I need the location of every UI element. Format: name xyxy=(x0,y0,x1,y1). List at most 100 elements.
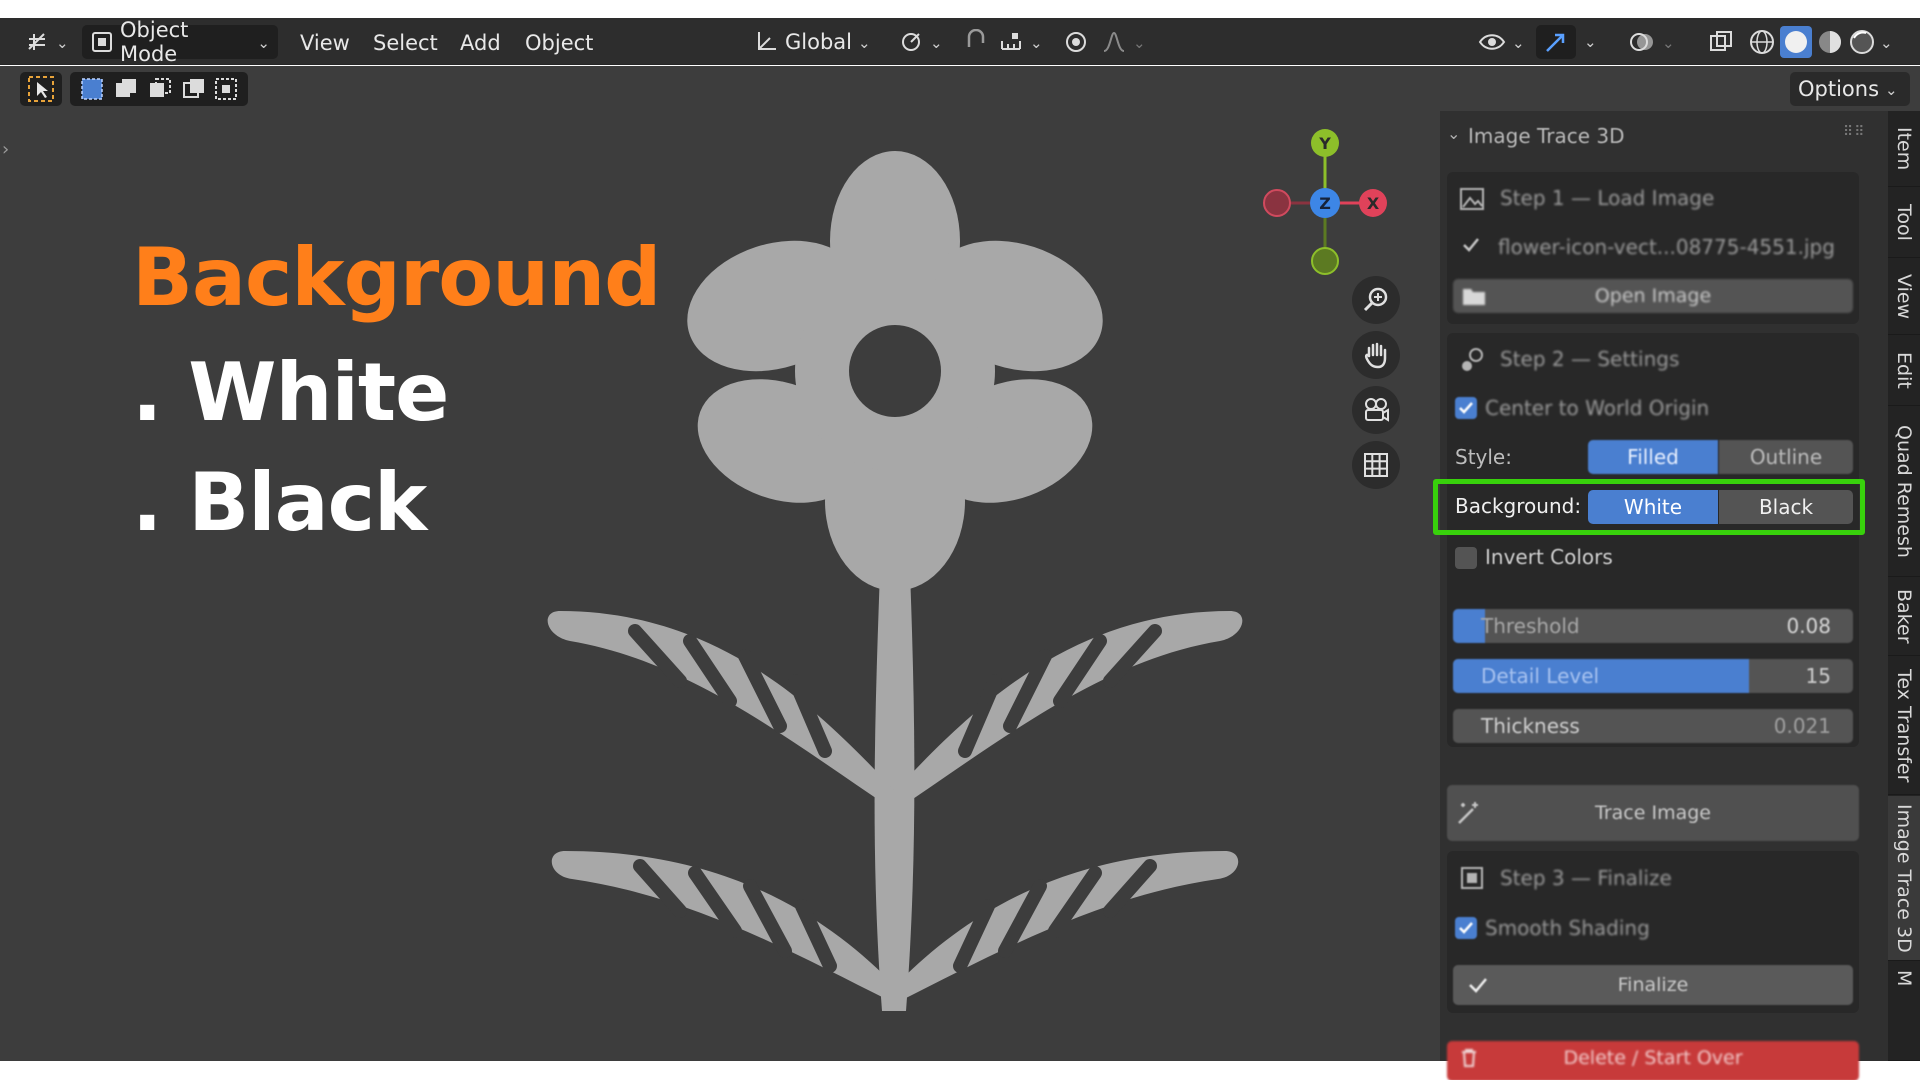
camera-icon xyxy=(1365,398,1389,422)
thickness-slider[interactable]: Thickness 0.021 xyxy=(1453,709,1853,743)
hand-icon xyxy=(1364,342,1387,369)
threshold-slider[interactable]: Threshold 0.08 xyxy=(1453,609,1853,643)
camera-view-button[interactable] xyxy=(1352,386,1400,434)
overlays-toggle[interactable]: ⌄ xyxy=(1620,25,1683,59)
tab-m[interactable]: M xyxy=(1888,962,1920,1061)
snap-target-dropdown[interactable]: ⌄ xyxy=(990,25,1051,59)
tab-item[interactable]: Item xyxy=(1888,111,1920,187)
rendered-shading-icon[interactable] xyxy=(1848,28,1876,56)
trace-image-label: Trace Image xyxy=(1595,802,1711,824)
viewport-header: ⌄ Object Mode ⌄ View Select Add Object G… xyxy=(0,18,1920,66)
wireframe-shading-icon[interactable] xyxy=(1748,28,1776,56)
highlight-frame xyxy=(1433,479,1865,535)
tab-tex-transfer-label: Tex Transfer xyxy=(1893,668,1915,783)
tab-quad-remesh[interactable]: Quad Remesh xyxy=(1888,407,1920,577)
active-tool-button[interactable] xyxy=(20,72,62,106)
proportional-editing-toggle[interactable] xyxy=(1055,25,1097,59)
tab-view-label: View xyxy=(1893,273,1915,320)
checkmark-icon xyxy=(1459,402,1473,414)
checkmark-icon xyxy=(1461,235,1481,255)
threshold-value: 0.08 xyxy=(1786,614,1831,638)
eye-icon xyxy=(1478,29,1506,55)
tab-image-trace-3d[interactable]: Image Trace 3D xyxy=(1888,796,1920,961)
menu-object[interactable]: Object xyxy=(525,31,593,55)
transform-orientation-label: Global xyxy=(785,30,852,54)
step2-title: Step 2 — Settings xyxy=(1500,347,1680,371)
center-origin-label: Center to World Origin xyxy=(1485,396,1710,420)
image-icon xyxy=(1458,185,1486,213)
tool-settings-bar: Options ⌄ xyxy=(0,66,1920,111)
flower-mesh[interactable] xyxy=(540,151,1260,1031)
tab-edit-label: Edit xyxy=(1893,352,1915,389)
open-image-label: Open Image xyxy=(1594,285,1712,307)
options-dropdown[interactable]: Options ⌄ xyxy=(1790,72,1910,106)
pan-button[interactable] xyxy=(1352,331,1400,379)
mode-dropdown[interactable]: Object Mode ⌄ xyxy=(82,18,278,66)
overlay-item-black: . Black xyxy=(132,456,427,549)
magnet-icon xyxy=(963,29,989,55)
tab-tex-transfer[interactable]: Tex Transfer xyxy=(1888,657,1920,795)
tab-baker-label: Baker xyxy=(1893,589,1915,644)
center-origin-checkbox[interactable] xyxy=(1455,397,1477,419)
chevron-down-icon[interactable]: ⌄ xyxy=(1584,33,1597,51)
tab-quad-remesh-label: Quad Remesh xyxy=(1893,425,1915,558)
xray-toggle[interactable] xyxy=(1700,25,1742,59)
panel-title[interactable]: Image Trace 3D xyxy=(1468,124,1625,148)
tab-edit[interactable]: Edit xyxy=(1888,336,1920,406)
falloff-dropdown[interactable]: ⌄ xyxy=(1093,25,1154,59)
select-extend-icon[interactable] xyxy=(114,77,138,101)
detail-level-label: Detail Level xyxy=(1481,664,1600,688)
gizmo-arrow-icon xyxy=(1543,29,1569,55)
3d-viewport[interactable]: › Background . White . Black Y X Z xyxy=(0,111,1440,1061)
finalize-button[interactable]: Finalize xyxy=(1453,965,1853,1005)
visibility-dropdown[interactable]: ⌄ xyxy=(1470,25,1533,59)
select-new-icon[interactable] xyxy=(80,77,104,101)
invert-colors-checkbox[interactable] xyxy=(1455,547,1477,569)
zoom-button[interactable] xyxy=(1352,276,1400,324)
transform-orientation-dropdown[interactable]: Global ⌄ xyxy=(745,25,879,59)
tab-baker[interactable]: Baker xyxy=(1888,578,1920,656)
gizmo-z-axis[interactable]: Z xyxy=(1310,188,1340,218)
select-intersect-icon[interactable] xyxy=(214,77,238,101)
snap-increment-icon xyxy=(998,29,1024,55)
tab-tool[interactable]: Tool xyxy=(1888,188,1920,258)
menu-view[interactable]: View xyxy=(300,31,350,55)
tab-m-label: M xyxy=(1893,970,1915,987)
ortho-toggle-button[interactable] xyxy=(1352,441,1400,489)
delete-start-over-button[interactable]: Delete / Start Over xyxy=(1447,1041,1859,1080)
drag-handle-icon[interactable]: ⠿⠿ xyxy=(1843,124,1866,140)
solid-shading-icon[interactable] xyxy=(1780,26,1812,58)
gizmo-toggle[interactable] xyxy=(1536,25,1576,59)
object-mode-icon xyxy=(90,30,114,54)
step1-title: Step 1 — Load Image xyxy=(1500,186,1715,210)
navigation-gizmo[interactable]: Y X Z xyxy=(1250,111,1410,281)
open-image-button[interactable]: Open Image xyxy=(1453,279,1853,313)
menu-select[interactable]: Select xyxy=(373,31,438,55)
checkmark-icon xyxy=(1469,978,1487,993)
thickness-label: Thickness xyxy=(1481,714,1580,738)
detail-level-slider[interactable]: Detail Level 15 xyxy=(1453,659,1853,693)
style-filled-option[interactable]: Filled xyxy=(1588,440,1718,474)
toolbar-expand-icon[interactable]: › xyxy=(2,139,9,160)
falloff-curve-icon xyxy=(1101,29,1127,55)
chevron-down-icon: ⌄ xyxy=(1885,81,1898,99)
select-invert-icon[interactable] xyxy=(182,77,206,101)
tab-view[interactable]: View xyxy=(1888,259,1920,335)
trace-image-button[interactable]: Trace Image xyxy=(1447,785,1859,841)
style-outline-option[interactable]: Outline xyxy=(1719,440,1853,474)
gizmo-y-axis[interactable]: Y xyxy=(1311,129,1339,157)
chevron-down-icon[interactable]: ⌄ xyxy=(1880,34,1893,52)
select-tool-icon xyxy=(28,76,54,102)
smooth-shading-label: Smooth Shading xyxy=(1485,916,1650,940)
editor-type-button[interactable]: ⌄ xyxy=(16,25,77,59)
overlay-circles-icon xyxy=(1628,29,1656,55)
material-shading-icon[interactable] xyxy=(1816,28,1844,56)
gizmo-x-axis[interactable]: X xyxy=(1359,189,1387,217)
menu-add[interactable]: Add xyxy=(460,31,501,55)
sidebar-tab-strip: Item Tool View Edit Quad Remesh Baker Te… xyxy=(1888,111,1920,1061)
chevron-down-icon[interactable]: ⌄ xyxy=(1447,124,1460,143)
chevron-down-icon: ⌄ xyxy=(1512,34,1525,52)
pivot-dropdown[interactable]: ⌄ xyxy=(890,25,951,59)
smooth-shading-checkbox[interactable] xyxy=(1455,917,1477,939)
select-subtract-icon[interactable] xyxy=(148,77,172,101)
